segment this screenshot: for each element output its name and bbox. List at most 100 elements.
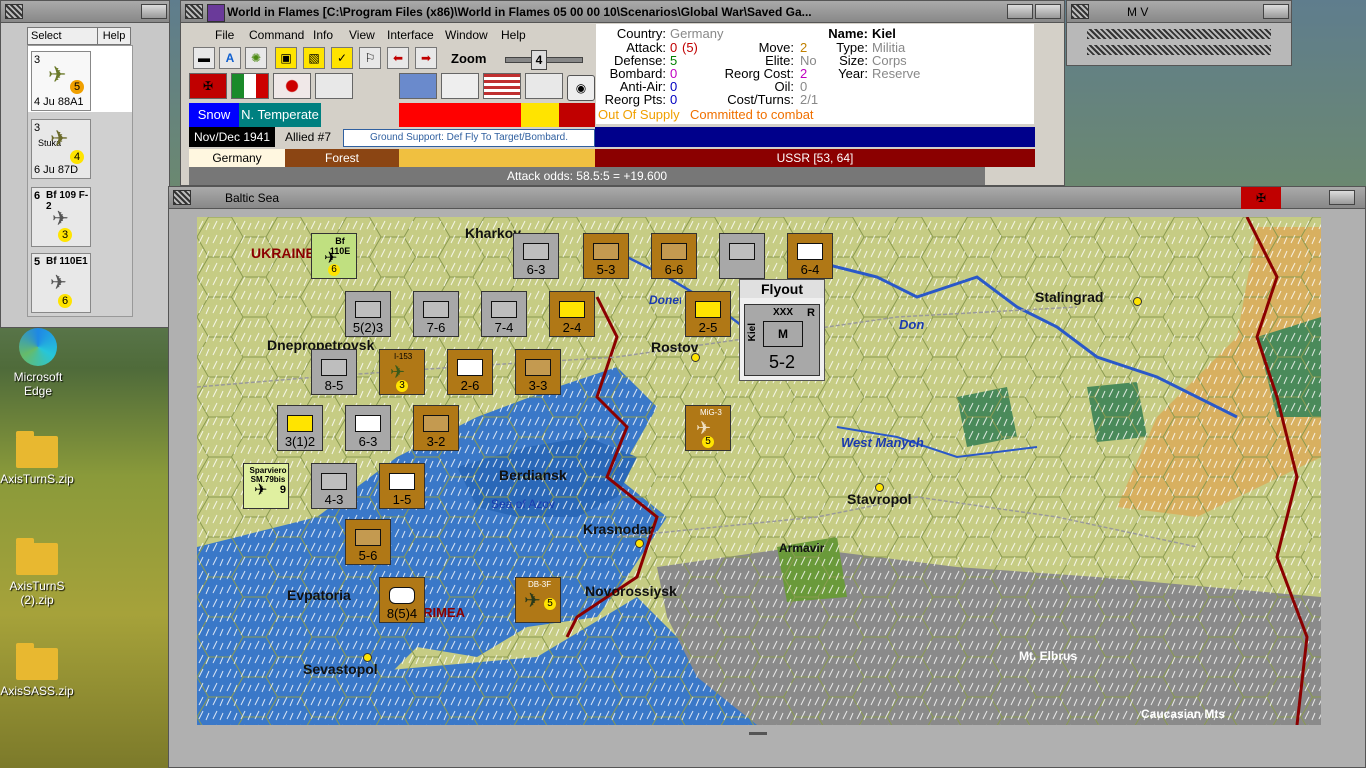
end-phase-button[interactable]: ◉ xyxy=(567,75,595,101)
side-unit-bf109[interactable]: 6 Bf 109 F-2 ✈ 3 xyxy=(31,187,91,247)
check-tool-icon[interactable]: ✓ xyxy=(331,47,353,69)
mv-titlebar[interactable]: M V xyxy=(1067,1,1291,23)
flyout-title: Flyout xyxy=(740,280,824,298)
status-combat: Committed to combat xyxy=(690,107,814,122)
reorg-pts-value: 0 xyxy=(670,92,678,107)
plane-icon: ✈ xyxy=(48,62,67,87)
side-unit-bf110[interactable]: 5 Bf 110E1 ✈ 6 xyxy=(31,253,91,313)
desktop-icon-label: AxisTurnS.zip xyxy=(0,472,74,486)
country-label: Country: xyxy=(616,26,666,41)
arrow-right-icon[interactable]: ➡ xyxy=(415,47,437,69)
menu-command[interactable]: Command xyxy=(249,27,304,43)
year-label: Year: xyxy=(838,66,868,81)
air-unit[interactable]: I-153 ✈ 3 xyxy=(379,349,425,395)
desktop-icon-zip-1[interactable]: AxisTurnS.zip xyxy=(0,431,77,486)
grip-icon xyxy=(185,4,203,19)
tank-tool-icon[interactable]: ▬ xyxy=(193,47,215,69)
map-unit[interactable]: 5(2)3 xyxy=(345,291,391,337)
map-window: Baltic Sea ✠ Kharkov UKRAINE Dnepropetro… xyxy=(168,186,1366,768)
menu-help[interactable]: Help xyxy=(501,27,526,43)
air-unit[interactable]: MiG-3 ✈ 5 xyxy=(685,405,731,451)
map-unit[interactable]: 5-3 xyxy=(583,233,629,279)
main-titlebar[interactable]: World in Flames [C:\Program Files (x86)\… xyxy=(181,1,1064,23)
air-unit[interactable]: Sparviero SM.79bis ✈ 9 xyxy=(243,463,289,509)
city-krasnodar: Krasnodar xyxy=(583,521,654,537)
grid-tool-icon[interactable]: ▣ xyxy=(275,47,297,69)
minimize-button[interactable] xyxy=(1007,4,1033,19)
grip-icon xyxy=(1071,4,1089,19)
map-unit[interactable]: 2-6 xyxy=(447,349,493,395)
menu-view[interactable]: View xyxy=(349,27,375,43)
plane-icon: ✈ xyxy=(50,272,67,294)
text-tool-icon[interactable]: A xyxy=(219,47,241,69)
unit-info-panel: Country: Germany Attack: 0 (5) Defense: … xyxy=(596,24,1034,124)
mv-window: M V xyxy=(1066,0,1292,66)
flag-tool-icon[interactable]: ⚐ xyxy=(359,47,381,69)
map-unit[interactable]: 8(5)4 xyxy=(379,577,425,623)
desktop-icon-edge[interactable]: Microsoft Edge xyxy=(0,328,78,398)
zip-folder-icon xyxy=(16,431,58,468)
map-unit[interactable]: 6-4 xyxy=(787,233,833,279)
mv-close-button[interactable] xyxy=(1263,4,1289,19)
map-unit[interactable]: 1-5 xyxy=(379,463,425,509)
flag-usa[interactable] xyxy=(483,73,521,99)
city-stalingrad: Stalingrad xyxy=(1035,289,1104,305)
city-dot-rostov xyxy=(691,353,700,362)
air-unit[interactable]: DB-3F ✈ 5 xyxy=(515,577,561,623)
gear-tool-icon[interactable]: ✺ xyxy=(245,47,267,69)
map-unit[interactable]: 6-6 xyxy=(651,233,697,279)
flag-japan[interactable] xyxy=(273,73,311,99)
select-button[interactable]: Select xyxy=(27,27,100,45)
map-unit[interactable]: 6-3 xyxy=(513,233,559,279)
city-berdiansk: Berdiansk xyxy=(499,467,567,483)
menu-interface[interactable]: Interface xyxy=(387,27,434,43)
menu-file[interactable]: File xyxy=(215,27,234,43)
desktop-icon-zip-3[interactable]: AxisSASS.zip xyxy=(0,643,77,698)
map-unit[interactable]: 3(1)2 xyxy=(277,405,323,451)
map-unit[interactable]: 6-3 xyxy=(345,405,391,451)
city-stavropol: Stavropol xyxy=(847,491,912,507)
menu-window[interactable]: Window xyxy=(445,27,488,43)
desktop-icon-zip-2[interactable]: AxisTurnS (2).zip xyxy=(0,538,77,607)
map-close-button[interactable] xyxy=(1329,190,1355,205)
close-button[interactable] xyxy=(1035,4,1061,19)
air-unit[interactable]: Bf 110E ✈ 6 xyxy=(311,233,357,279)
side-unit-ju88[interactable]: 3 ✈ 5 4 Ju 88A1 xyxy=(31,51,91,111)
app-icon xyxy=(207,4,225,22)
edge-icon xyxy=(19,328,57,366)
map-scroll-handle[interactable] xyxy=(749,732,767,735)
mv-bar-2 xyxy=(1087,45,1271,55)
map-unit[interactable]: 2-5 xyxy=(685,291,731,337)
help-button[interactable]: Help xyxy=(97,27,131,45)
select-tool-icon[interactable]: ▧ xyxy=(303,47,325,69)
map-unit[interactable]: 7-4 xyxy=(481,291,527,337)
region-ukraine: UKRAINE xyxy=(251,245,315,261)
flag-germany[interactable]: ✠ xyxy=(189,73,227,99)
zoom-thumb[interactable]: 4 xyxy=(531,50,547,70)
map-unit[interactable]: 8-5 xyxy=(311,349,357,395)
side-unit-ju87[interactable]: 3 Stuka ✈ 4 6 Ju 87D xyxy=(31,119,91,179)
river-don-label: Don xyxy=(899,317,925,332)
status-supply: Out Of Supply xyxy=(598,107,680,122)
map-unit[interactable]: 2-4 xyxy=(549,291,595,337)
map-titlebar[interactable]: Baltic Sea xyxy=(169,187,1365,209)
map-unit-selected[interactable] xyxy=(719,233,765,279)
flyout-unit[interactable]: Kiel XXX R M 5-2 xyxy=(744,304,820,376)
map-unit[interactable]: 3-3 xyxy=(515,349,561,395)
flag-italy[interactable] xyxy=(231,73,269,99)
panel-close-button[interactable] xyxy=(141,4,167,19)
map-unit[interactable]: 4-3 xyxy=(311,463,357,509)
flag-france[interactable] xyxy=(441,73,479,99)
river-west-manych-label: West Manych xyxy=(841,435,924,450)
flag-uk[interactable] xyxy=(399,73,437,99)
plane-icon: ✈ xyxy=(254,482,268,499)
flag-china[interactable] xyxy=(315,73,353,99)
map-unit[interactable]: 3-2 xyxy=(413,405,459,451)
desktop-icon-label: AxisSASS.zip xyxy=(0,684,74,698)
map-unit[interactable]: 7-6 xyxy=(413,291,459,337)
country-value: Germany xyxy=(670,26,724,41)
arrow-left-icon[interactable]: ⬅ xyxy=(387,47,409,69)
menu-info[interactable]: Info xyxy=(313,27,333,43)
flag-ussr[interactable] xyxy=(525,73,563,99)
map-unit[interactable]: 5-6 xyxy=(345,519,391,565)
